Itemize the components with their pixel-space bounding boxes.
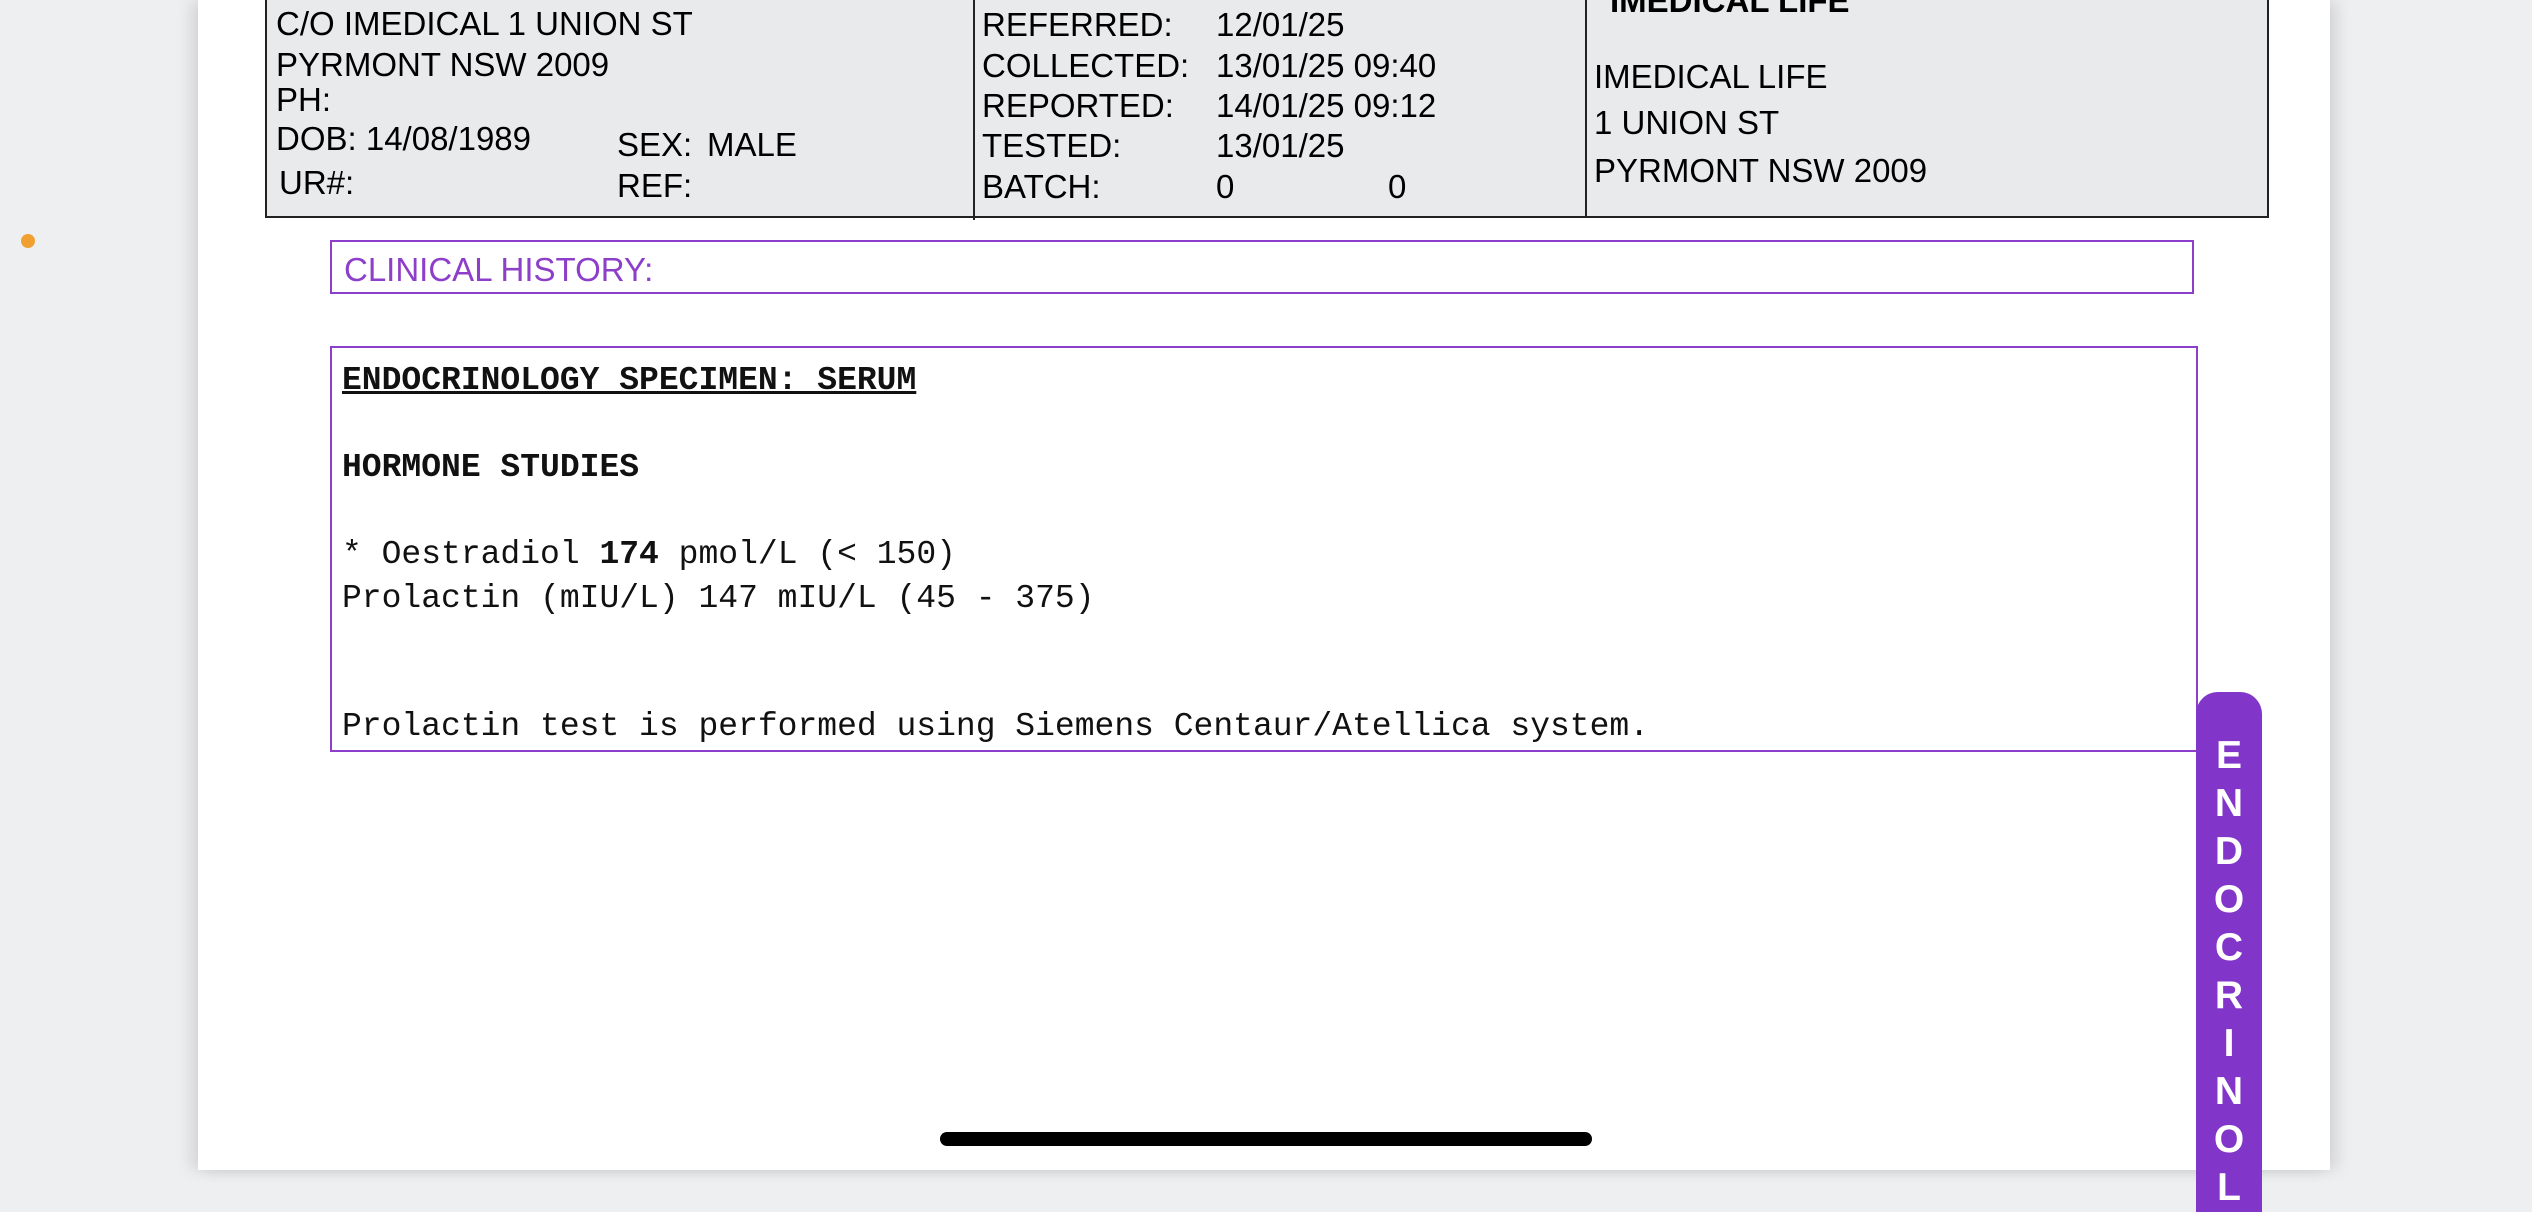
prolactin-result: Prolactin (mIU/L) 147 mIU/L (45 - 375) <box>342 580 1095 617</box>
side-tab-letter: N <box>2214 782 2244 825</box>
oestradiol-value: 174 <box>599 536 659 573</box>
oestradiol-result: * Oestradiol 174 pmol/L (< 150) <box>342 538 956 571</box>
patient-address-line1: C/O IMEDICAL 1 UNION ST <box>276 5 693 42</box>
footnote: Prolactin test is performed using Siemen… <box>342 708 1650 745</box>
endocrinology-report: ENDOCRINOLOGY SPECIMEN: SERUM HORMONE ST… <box>330 346 2198 752</box>
side-tab-letter: E <box>2215 734 2242 777</box>
patient-dob: DOB: 14/08/1989 <box>276 120 532 157</box>
batch-value-1: 0 <box>1216 168 1235 205</box>
header-divider-left <box>973 0 975 220</box>
referred-label: REFERRED: <box>982 6 1173 43</box>
side-tab-letter: O <box>2213 1118 2245 1161</box>
patient-phone-label: PH: <box>276 81 332 118</box>
section-title: HORMONE STUDIES <box>342 449 640 486</box>
reported-label: REPORTED: <box>982 87 1174 124</box>
collected-value: 13/01/25 09:40 <box>1216 47 1437 84</box>
patient-ur-label: UR#: <box>279 164 355 201</box>
tested-value: 13/01/25 <box>1216 127 1345 164</box>
doctor-name: IMEDICAL LIFE <box>1594 58 1828 95</box>
patient-address-line2: PYRMONT NSW 2009 <box>276 46 610 83</box>
side-tab-letter: C <box>2214 926 2244 969</box>
patient-ref-label: REF: <box>617 167 693 204</box>
patient-header: C/O IMEDICAL 1 UNION ST PYRMONT NSW 2009… <box>265 0 2269 220</box>
doctor-address-line2: PYRMONT NSW 2009 <box>1594 152 1928 189</box>
home-indicator[interactable] <box>940 1132 1592 1146</box>
doctor-address-line1: 1 UNION ST <box>1594 104 1780 141</box>
side-tab-letter: I <box>2223 1022 2235 1065</box>
endocrinology-side-tab[interactable]: E N D O C R I N O L <box>2196 692 2262 1212</box>
patient-sex-label: SEX: <box>617 126 693 163</box>
batch-value-2: 0 <box>1388 168 1407 205</box>
status-dot <box>21 234 35 248</box>
side-tab-letter: L <box>2217 1166 2241 1209</box>
clinical-history-box: CLINICAL HISTORY: <box>330 240 2194 294</box>
reported-value: 14/01/25 09:12 <box>1216 87 1437 124</box>
batch-label: BATCH: <box>982 168 1101 205</box>
doctor-heading: IMEDICAL LIFE <box>1610 0 1850 19</box>
clinical-history-label: CLINICAL HISTORY: <box>344 251 654 288</box>
header-divider-right <box>1585 0 1587 216</box>
collected-label: COLLECTED: <box>982 47 1190 84</box>
oestradiol-prefix: * Oestradiol <box>342 536 600 573</box>
oestradiol-suffix: pmol/L (< 150) <box>658 536 956 573</box>
side-tab-letter: D <box>2214 830 2244 873</box>
side-tab-letter: O <box>2213 878 2245 921</box>
tested-label: TESTED: <box>982 127 1122 164</box>
specimen-title: ENDOCRINOLOGY SPECIMEN: SERUM <box>342 362 917 399</box>
side-tab-letter: N <box>2214 1070 2244 1113</box>
patient-sex-value: MALE <box>707 126 797 163</box>
side-tab-letter: R <box>2214 974 2244 1017</box>
referred-value: 12/01/25 <box>1216 6 1345 43</box>
